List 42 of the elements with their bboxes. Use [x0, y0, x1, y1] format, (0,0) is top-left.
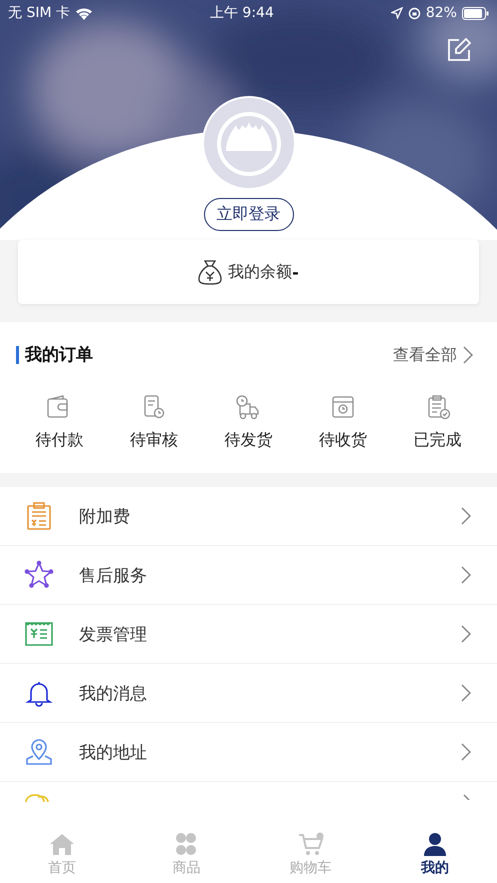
- chevron-icon: [461, 684, 471, 702]
- money-bag-icon: [198, 259, 222, 285]
- star-icon: [24, 560, 54, 590]
- chevron-icon: [461, 566, 471, 584]
- chevron-icon: [463, 794, 471, 800]
- invoice-yen-icon: [24, 619, 54, 649]
- order-status-item[interactable]: 已完成: [390, 388, 485, 457]
- tab-bar-item[interactable]: 我的: [372, 826, 497, 883]
- box-clock-icon: [330, 394, 356, 420]
- person-icon: [422, 832, 448, 856]
- chevron-icon: [461, 625, 471, 643]
- chevron-icon: [461, 743, 471, 761]
- battery-icon: [462, 6, 489, 20]
- chevron-icon: [463, 346, 473, 364]
- menu-item-label[interactable]: 发票管理: [79, 622, 436, 646]
- carrier-name: 无 SIM 卡: [8, 4, 70, 22]
- order-status-item[interactable]: 待发货: [201, 388, 296, 457]
- order-status-item[interactable]: 待审核: [106, 388, 202, 457]
- edit-icon[interactable]: [447, 38, 471, 62]
- menu-item-label[interactable]: 我的地址: [79, 740, 436, 764]
- balance-value: -: [292, 262, 299, 282]
- login-button[interactable]: 立即登录: [204, 198, 294, 231]
- menu-item-label[interactable]: 售后服务: [79, 564, 436, 586]
- view-all-link[interactable]: 查看全部: [393, 344, 473, 366]
- truck-icon: [235, 394, 262, 420]
- clock-time: 上午 9:44: [210, 4, 274, 22]
- clipboard-yen-icon: [24, 501, 54, 531]
- cart-icon: [298, 832, 324, 856]
- menu-item-label[interactable]: 我的消息: [79, 682, 436, 704]
- menu-item-label[interactable]: 附加费: [79, 504, 436, 528]
- section-title: 我的订单: [16, 346, 93, 364]
- wifi-icon: [75, 6, 93, 20]
- location-arrow-icon: [390, 7, 403, 19]
- location-map-icon: [24, 737, 54, 767]
- order-status-item[interactable]: 待付款: [12, 388, 107, 457]
- balance-label: 我的余额: [228, 262, 292, 282]
- home-icon: [49, 832, 76, 856]
- battery-percent: 82%: [426, 5, 457, 21]
- chevron-icon: [461, 507, 471, 525]
- order-status-item[interactable]: 待收货: [296, 388, 390, 457]
- rotation-lock-icon: [408, 6, 421, 20]
- chat-bubble-icon: [24, 794, 50, 802]
